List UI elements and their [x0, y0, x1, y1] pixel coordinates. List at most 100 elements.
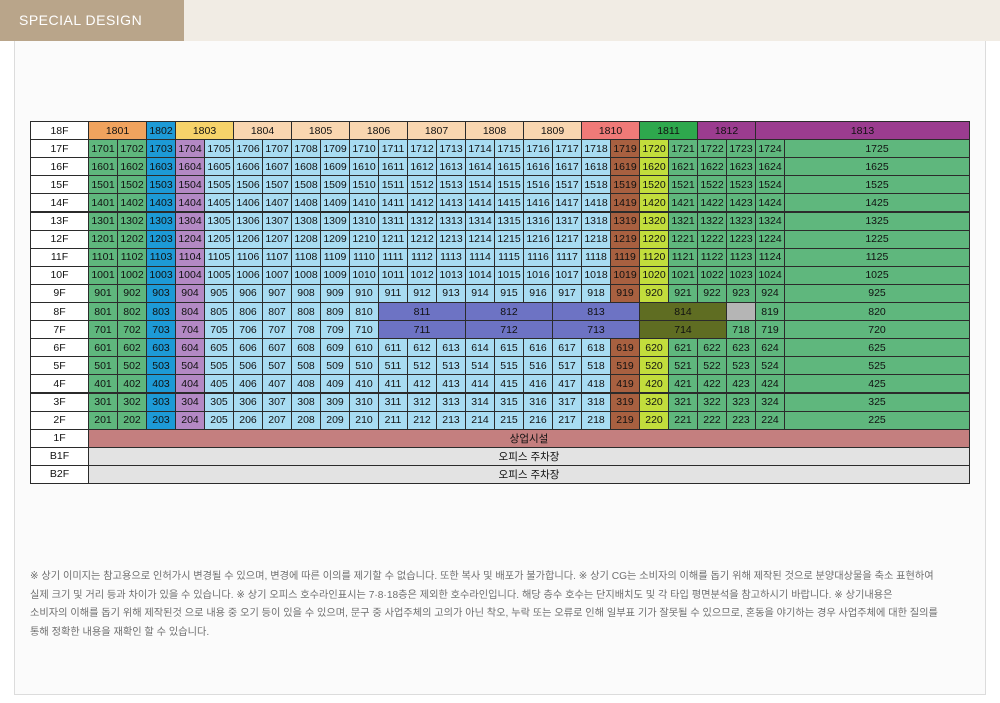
- unit-cell: 218: [581, 410, 611, 430]
- unit-cell: 1625: [784, 157, 970, 177]
- floor-label: 7F: [30, 320, 89, 340]
- unit-cell: 617: [552, 338, 582, 358]
- top-bar: SPECIAL DESIGN: [0, 0, 1000, 41]
- unit-cell: 1023: [726, 265, 756, 285]
- unit-cell: 1121: [668, 247, 698, 267]
- unit-cell: 603: [146, 338, 176, 358]
- unit-cell: 514: [465, 356, 495, 376]
- unit-cell: 1507: [262, 175, 292, 195]
- unit-cell: 219: [610, 410, 640, 430]
- disclaimer-notes: ※ 상기 이미지는 참고용으로 인허가시 변경될 수 있으며, 변경에 따른 이…: [30, 568, 980, 642]
- unit-cell: 1022: [697, 265, 727, 285]
- unit-cell: 1018: [581, 265, 611, 285]
- unit-cell: 1715: [494, 139, 524, 159]
- unit-cell: 1104: [175, 247, 205, 267]
- unit-cell: 1219: [610, 229, 640, 249]
- unit-cell: 719: [755, 320, 785, 340]
- floor-label: B1F: [30, 446, 89, 466]
- unit-cell: 215: [494, 410, 524, 430]
- unit-cell: 1202: [117, 229, 147, 249]
- unit-cell: 1323: [726, 211, 756, 231]
- special-unit: 813: [552, 302, 640, 322]
- unit-cell: 1204: [175, 229, 205, 249]
- floor-facility: 오피스 주차장: [88, 446, 970, 466]
- unit-cell: 1319: [610, 211, 640, 231]
- unit-cell: 920: [639, 283, 669, 303]
- unit-cell: 306: [233, 392, 263, 412]
- unit-cell: 416: [523, 374, 553, 394]
- unit-cell: 319: [610, 392, 640, 412]
- unit-cell: 511: [378, 356, 408, 376]
- unit-cell: 1313: [436, 211, 466, 231]
- unit-cell: 1012: [407, 265, 437, 285]
- unit-cell: 1521: [668, 175, 698, 195]
- unit-cell: 312: [407, 392, 437, 412]
- unit-cell: 1322: [697, 211, 727, 231]
- unit-cell: 701: [88, 320, 118, 340]
- unit-cell: 918: [581, 283, 611, 303]
- unit-cell: 1311: [378, 211, 408, 231]
- unit-cell: 1508: [291, 175, 321, 195]
- unit-cell: 1216: [523, 229, 553, 249]
- header-unit: 1802: [146, 121, 176, 141]
- unit-cell: 1720: [639, 139, 669, 159]
- unit-cell: 1102: [117, 247, 147, 267]
- unit-cell: 1410: [349, 193, 379, 213]
- unit-cell: 1315: [494, 211, 524, 231]
- unit-cell: 709: [320, 320, 350, 340]
- unit-cell: 921: [668, 283, 698, 303]
- floor-label: 8F: [30, 302, 89, 322]
- unit-cell: 202: [117, 410, 147, 430]
- unit-cell: 1519: [610, 175, 640, 195]
- unit-cell: 1009: [320, 265, 350, 285]
- unit-cell: 1211: [378, 229, 408, 249]
- unit-cell: 504: [175, 356, 205, 376]
- floor-label: 12F: [30, 229, 89, 249]
- unit-cell: 1623: [726, 157, 756, 177]
- unit-cell: 1506: [233, 175, 263, 195]
- unit-cell: 1312: [407, 211, 437, 231]
- unit-cell: 1125: [784, 247, 970, 267]
- unit-cell: 622: [697, 338, 727, 358]
- unit-cell: 1422: [697, 193, 727, 213]
- unit-cell: 1511: [378, 175, 408, 195]
- floor-facility: 상업시설: [88, 428, 970, 448]
- unit-cell: 1413: [436, 193, 466, 213]
- unit-cell: 522: [697, 356, 727, 376]
- unit-cell: 1103: [146, 247, 176, 267]
- unit-cell: 1206: [233, 229, 263, 249]
- unit-cell: 1112: [407, 247, 437, 267]
- unit-cell: 705: [204, 320, 234, 340]
- unit-cell: 507: [262, 356, 292, 376]
- special-unit: 812: [465, 302, 553, 322]
- unit-cell: 1621: [668, 157, 698, 177]
- unit-cell: 1505: [204, 175, 234, 195]
- floor-label: 15F: [30, 175, 89, 195]
- note-line: ※ 상기 이미지는 참고용으로 인허가시 변경될 수 있으며, 변경에 따른 이…: [30, 571, 934, 582]
- unit-cell: 619: [610, 338, 640, 358]
- unit-cell: 207: [262, 410, 292, 430]
- unit-cell: 405: [204, 374, 234, 394]
- unit-cell: 402: [117, 374, 147, 394]
- header-unit: 1801: [88, 121, 147, 141]
- unit-cell: 1725: [784, 139, 970, 159]
- unit-cell: 408: [291, 374, 321, 394]
- unit-cell: 1502: [117, 175, 147, 195]
- unit-cell: 1015: [494, 265, 524, 285]
- unit-cell: 505: [204, 356, 234, 376]
- unit-cell: 610: [349, 338, 379, 358]
- unit-cell: 1119: [610, 247, 640, 267]
- unit-cell: 1512: [407, 175, 437, 195]
- floor-label: 10F: [30, 265, 89, 285]
- unit-cell: 425: [784, 374, 970, 394]
- unit-cell: 820: [784, 302, 970, 322]
- unit-cell: 201: [88, 410, 118, 430]
- unit-cell: 1411: [378, 193, 408, 213]
- unit-cell: 510: [349, 356, 379, 376]
- unit-cell: 517: [552, 356, 582, 376]
- unit-cell: 1416: [523, 193, 553, 213]
- unit-cell: 1624: [755, 157, 785, 177]
- unit-cell: 308: [291, 392, 321, 412]
- special-unit: 814: [639, 302, 727, 322]
- section-title: SPECIAL DESIGN: [0, 0, 184, 41]
